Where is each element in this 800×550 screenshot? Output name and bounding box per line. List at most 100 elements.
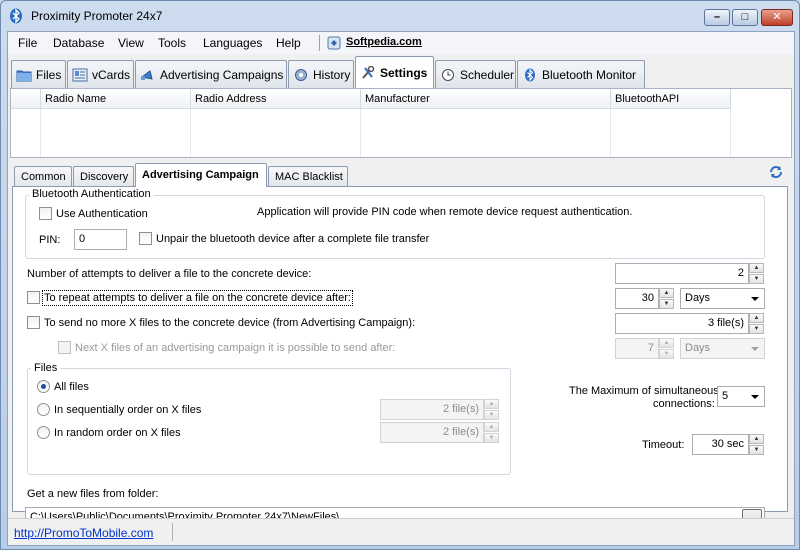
- sequential-files-input[interactable]: 2 file(s): [380, 399, 484, 420]
- menu-help[interactable]: Help: [276, 36, 301, 50]
- settings-sub-tab-bar: Common Discovery Advertising Campaign MA…: [14, 163, 774, 187]
- next-files-unit-select[interactable]: Days: [680, 338, 765, 359]
- next-files-checkbox[interactable]: [58, 341, 71, 354]
- promotomobile-link[interactable]: http://PromoToMobile.com: [14, 526, 153, 540]
- close-button[interactable]: ✕: [761, 9, 793, 26]
- menu-file[interactable]: File: [18, 36, 37, 50]
- max-files-spinner[interactable]: ▲ ▼: [749, 313, 764, 334]
- tab-vcards[interactable]: vCards: [67, 60, 134, 88]
- spin-down-icon[interactable]: ▼: [484, 410, 499, 420]
- softpedia-link[interactable]: Softpedia.com: [346, 36, 422, 48]
- spin-up-icon[interactable]: ▲: [749, 263, 764, 273]
- next-files-spinner[interactable]: ▲ ▼: [659, 338, 674, 359]
- refresh-icon[interactable]: [768, 164, 784, 180]
- next-files-input[interactable]: 7: [615, 338, 659, 359]
- random-files-input[interactable]: 2 file(s): [380, 422, 484, 443]
- random-files-spinner[interactable]: ▲ ▼: [484, 422, 499, 443]
- pin-input[interactable]: 0: [74, 229, 127, 250]
- authentication-info-text: Application will provide PIN code when r…: [257, 206, 633, 218]
- sequential-order-radio[interactable]: [37, 403, 50, 416]
- tab-advertising-campaigns-label: Advertising Campaigns: [160, 68, 284, 82]
- spin-up-icon[interactable]: ▲: [749, 313, 764, 323]
- timeout-spinner[interactable]: ▲ ▼: [749, 434, 764, 455]
- clock-icon: [442, 69, 454, 81]
- pin-label: PIN:: [39, 234, 61, 246]
- maximize-button[interactable]: □: [732, 9, 758, 26]
- spin-down-icon[interactable]: ▼: [749, 274, 764, 284]
- bluetooth-authentication-title: Bluetooth Authentication: [29, 188, 154, 200]
- tab-vcards-label: vCards: [92, 68, 131, 82]
- tab-settings[interactable]: Settings: [355, 56, 434, 88]
- column-header-indicator: [11, 89, 41, 109]
- subtab-advertising-campaign[interactable]: Advertising Campaign: [135, 163, 267, 187]
- column-header-bluetoothapi[interactable]: BluetoothAPI: [611, 89, 731, 109]
- minimize-button[interactable]: –: [704, 9, 730, 26]
- use-authentication-checkbox[interactable]: [39, 207, 52, 220]
- chevron-down-icon: [751, 297, 759, 301]
- app-bluetooth-icon: [10, 8, 22, 24]
- attempts-input[interactable]: 2: [615, 263, 749, 284]
- repeat-interval-input[interactable]: 30: [615, 288, 659, 309]
- tab-settings-label: Settings: [380, 66, 428, 80]
- subtab-mac-blacklist[interactable]: MAC Blacklist: [268, 166, 348, 186]
- status-bar: http://PromoToMobile.com: [8, 518, 794, 545]
- unpair-device-checkbox[interactable]: [139, 232, 152, 245]
- tab-advertising-campaigns[interactable]: Advertising Campaigns: [135, 60, 287, 88]
- campaign-icon: [140, 70, 153, 80]
- spin-up-icon[interactable]: ▲: [749, 434, 764, 444]
- menu-bar: File Database View Tools Languages Help …: [8, 32, 794, 54]
- repeat-interval-spinner[interactable]: ▲ ▼: [659, 288, 674, 309]
- status-separator: [172, 523, 173, 541]
- max-connections-label-line2: connections:: [653, 398, 715, 410]
- random-order-radio[interactable]: [37, 426, 50, 439]
- table-column: [361, 109, 611, 157]
- client-area: File Database View Tools Languages Help …: [7, 31, 795, 546]
- use-authentication-label: Use Authentication: [56, 208, 148, 220]
- spin-down-icon[interactable]: ▼: [659, 349, 674, 359]
- settings-tools-icon: [362, 66, 375, 79]
- folder-icon: [16, 70, 32, 82]
- tab-history[interactable]: History: [288, 60, 354, 88]
- repeat-unit-select[interactable]: Days: [680, 288, 765, 309]
- spin-down-icon[interactable]: ▼: [659, 299, 674, 309]
- files-group-title: Files: [31, 362, 61, 374]
- max-files-checkbox[interactable]: [27, 316, 40, 329]
- spin-down-icon[interactable]: ▼: [484, 433, 499, 443]
- spin-up-icon[interactable]: ▲: [659, 288, 674, 298]
- menu-tools[interactable]: Tools: [158, 36, 186, 50]
- menu-separator: [319, 35, 320, 51]
- column-header-radio-name[interactable]: Radio Name: [41, 89, 191, 109]
- tab-scheduler[interactable]: Scheduler: [435, 60, 516, 88]
- column-header-manufacturer[interactable]: Manufacturer: [361, 89, 611, 109]
- repeat-attempts-label: To repeat attempts to deliver a file on …: [42, 290, 353, 306]
- spin-down-icon[interactable]: ▼: [749, 445, 764, 455]
- menu-database[interactable]: Database: [53, 36, 104, 50]
- menu-languages[interactable]: Languages: [203, 36, 262, 50]
- vcard-icon: [72, 68, 88, 82]
- sequential-files-spinner[interactable]: ▲ ▼: [484, 399, 499, 420]
- random-order-label: In random order on X files: [54, 427, 181, 439]
- tab-bluetooth-monitor-label: Bluetooth Monitor: [542, 68, 637, 82]
- column-header-radio-address[interactable]: Radio Address: [191, 89, 361, 109]
- tab-files[interactable]: Files: [11, 60, 66, 88]
- radios-table[interactable]: Radio Name Radio Address Manufacturer Bl…: [10, 88, 792, 158]
- all-files-radio[interactable]: [37, 380, 50, 393]
- max-files-input[interactable]: 3 file(s): [615, 313, 749, 334]
- tab-bluetooth-monitor[interactable]: Bluetooth Monitor: [517, 60, 645, 88]
- tab-history-label: History: [313, 68, 351, 82]
- spin-up-icon[interactable]: ▲: [484, 399, 499, 409]
- spin-down-icon[interactable]: ▼: [749, 324, 764, 334]
- attempts-spinner[interactable]: ▲ ▼: [749, 263, 764, 284]
- title-bar[interactable]: Proximity Promoter 24x7 – □ ✕: [1, 1, 799, 31]
- repeat-attempts-checkbox[interactable]: [27, 291, 40, 304]
- subtab-discovery[interactable]: Discovery: [73, 166, 134, 186]
- spin-up-icon[interactable]: ▲: [659, 338, 674, 348]
- chevron-down-icon: [751, 347, 759, 351]
- timeout-input[interactable]: 30 sec: [692, 434, 749, 455]
- all-files-label: All files: [54, 381, 89, 393]
- chevron-down-icon: [751, 395, 759, 399]
- max-connections-select[interactable]: 5: [717, 386, 765, 407]
- subtab-common[interactable]: Common: [14, 166, 72, 186]
- spin-up-icon[interactable]: ▲: [484, 422, 499, 432]
- menu-view[interactable]: View: [118, 36, 144, 50]
